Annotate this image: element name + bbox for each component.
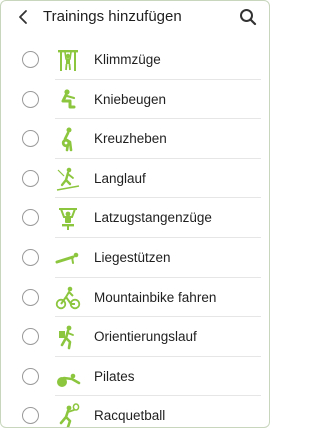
list-item-label: Pilates [94, 368, 135, 384]
squat-icon [61, 88, 76, 109]
list-item[interactable]: Kreuzheben [1, 119, 269, 159]
list-item-label: Mountainbike fahren [94, 289, 217, 305]
list-item[interactable]: Mountainbike fahren [1, 278, 269, 318]
search-icon[interactable] [238, 7, 258, 27]
radio-button[interactable] [22, 51, 39, 68]
radio-button[interactable] [22, 130, 39, 148]
cross-country-ski-icon [56, 167, 80, 191]
back-arrow-icon[interactable] [15, 8, 33, 26]
app-header: Trainings hinzufügen [1, 1, 269, 35]
list-item-label: Kreuzheben [94, 131, 167, 147]
pull-up-icon [58, 50, 78, 71]
list-item-label: Orientierungslauf [94, 329, 197, 345]
list-item[interactable]: Pilates [1, 357, 269, 397]
list-item[interactable]: Orientierungslauf [1, 317, 269, 357]
list-item[interactable]: Kniebeugen [1, 80, 269, 120]
list-item-label: Langlauf [94, 170, 146, 186]
workout-list: Klimmzüge Kniebeugen Kreuzheben Langlauf… [1, 40, 269, 427]
list-item-label: Kniebeugen [94, 91, 167, 107]
radio-button[interactable] [22, 90, 39, 108]
radio-button[interactable] [22, 407, 39, 425]
radio-button[interactable] [22, 288, 39, 306]
racquetball-icon [59, 403, 80, 427]
radio-button[interactable] [22, 209, 39, 227]
radio-button[interactable] [22, 367, 39, 385]
list-item[interactable]: Langlauf [1, 159, 269, 199]
list-item-label: Latzugstangenzüge [94, 210, 212, 226]
list-item[interactable]: Liegestützen [1, 238, 269, 278]
list-item-label: Liegestützen [94, 249, 171, 265]
list-item[interactable]: Latzugstangenzüge [1, 198, 269, 238]
list-item[interactable]: Klimmzüge [1, 40, 269, 80]
radio-button[interactable] [22, 328, 39, 346]
pilates-icon [57, 373, 81, 387]
radio-button[interactable] [22, 248, 39, 266]
lat-pulldown-icon [59, 208, 77, 231]
page-title: Trainings hinzufügen [43, 8, 182, 25]
mountain-bike-icon [55, 286, 81, 309]
list-item[interactable]: Racquetball [1, 396, 269, 427]
deadlift-icon [61, 127, 73, 152]
radio-button[interactable] [22, 169, 39, 187]
screen: Trainings hinzufügen Klimmzüge Kniebeuge… [0, 0, 270, 428]
push-up-icon [55, 252, 79, 264]
list-item-label: Klimmzüge [94, 52, 161, 67]
list-item-label: Racquetball [94, 408, 166, 424]
orienteering-icon [59, 325, 74, 350]
